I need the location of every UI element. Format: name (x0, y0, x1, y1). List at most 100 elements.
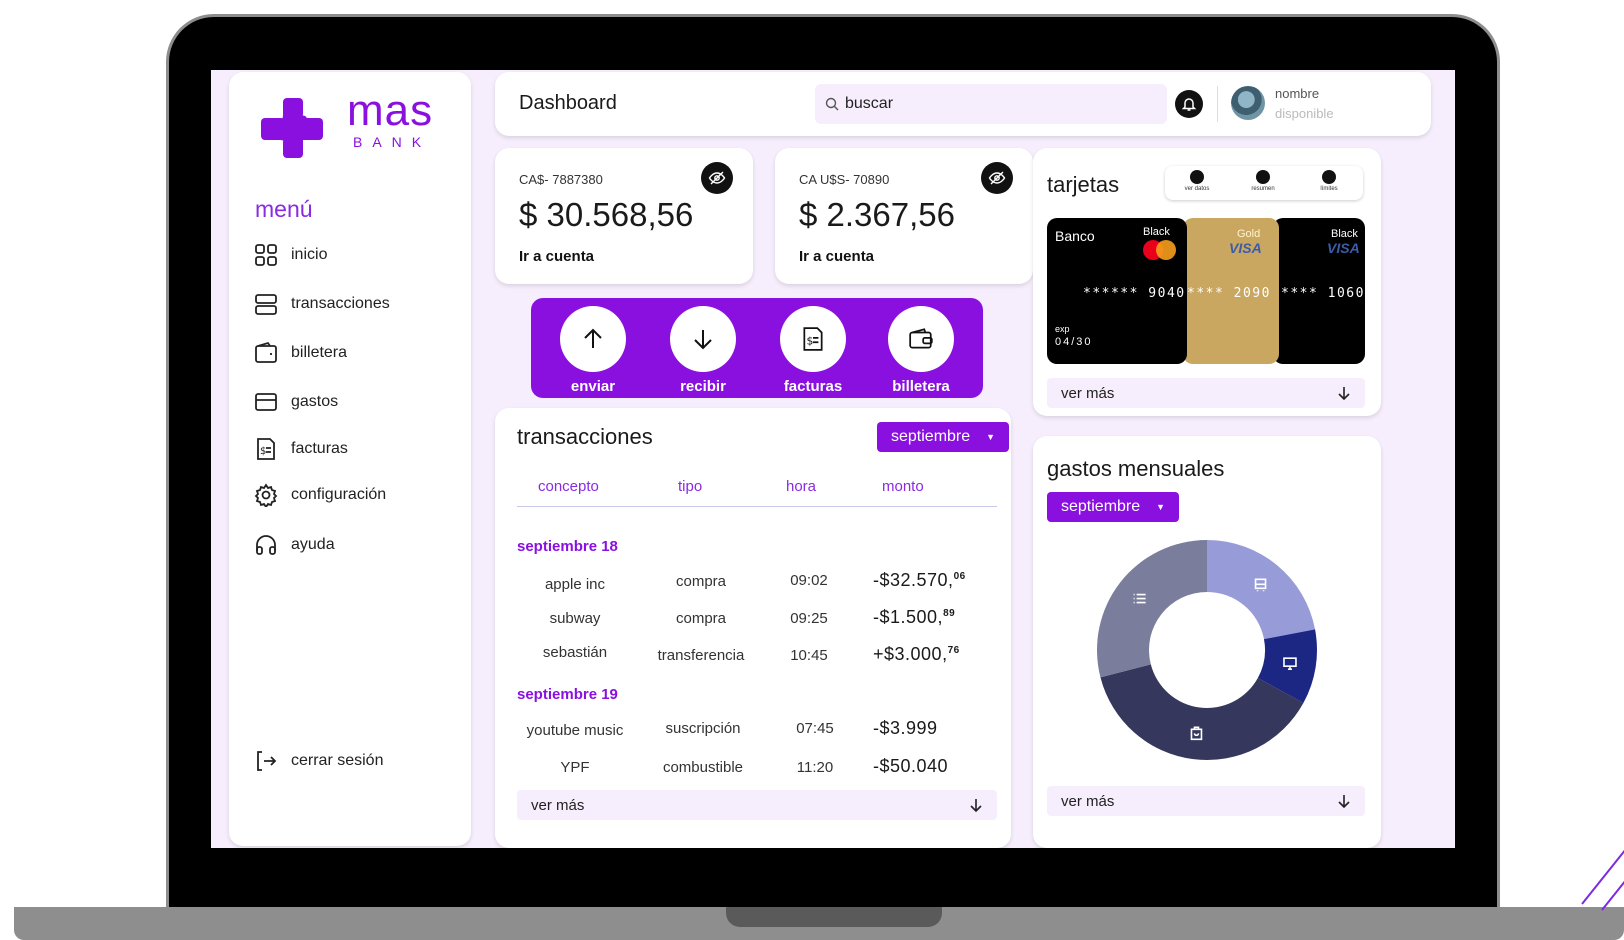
send-button[interactable]: enviar (553, 306, 633, 395)
account-link[interactable]: Ir a cuenta (519, 248, 594, 265)
tx-type: compra (675, 573, 727, 590)
card-tier: Black (1143, 226, 1170, 238)
tx-amount: -$3.999 (873, 718, 938, 738)
gauge-icon (1322, 170, 1336, 184)
sidebar-item-gastos[interactable]: gastos (253, 389, 338, 415)
wallet-icon (253, 340, 279, 366)
cards-title: tarjetas (1047, 172, 1120, 197)
sidebar-item-label: ayuda (291, 536, 335, 553)
tx-amount: -$50.040 (873, 756, 949, 776)
sidebar-item-configuracion[interactable]: configuración (253, 482, 386, 508)
gear-icon (253, 482, 279, 508)
tx-time: 11:20 (796, 759, 834, 776)
sidebar-item-ayuda[interactable]: ayuda (253, 532, 335, 558)
summary-button[interactable]: resumen (1241, 170, 1285, 192)
grid-icon (253, 242, 279, 268)
wallet-icon (909, 328, 933, 349)
arrow-down-icon (1338, 795, 1350, 808)
tx-type: compra (675, 610, 727, 627)
invoices-button[interactable]: $ facturas (773, 306, 853, 395)
user-name: nombre (1275, 86, 1320, 101)
spending-title: gastos mensuales (1047, 456, 1225, 481)
sidebar-item-billetera[interactable]: billetera (253, 340, 347, 366)
donut-slice[interactable] (1097, 540, 1207, 678)
account-balance: $ 30.568,56 (519, 196, 694, 233)
sidebar-item-label: configuración (291, 486, 387, 503)
donut-slice[interactable] (1207, 540, 1316, 640)
receive-button[interactable]: recibir (663, 306, 743, 395)
tx-type: combustible (662, 759, 744, 776)
card-exp: 04/30 (1055, 336, 1093, 348)
account-card-ars: CA$- 7887380 $ 30.568,56 Ir a cuenta (495, 148, 753, 284)
caret-down-icon: ▼ (1156, 502, 1166, 512)
action-label: enviar (570, 378, 616, 395)
bell-icon (1181, 98, 1197, 111)
account-number: CA$- 7887380 (519, 172, 603, 187)
column-header[interactable]: tipo (678, 478, 702, 495)
avatar[interactable] (1231, 86, 1265, 120)
action-label: facturas (783, 378, 843, 395)
account-link[interactable]: Ir a cuenta (799, 248, 874, 265)
wallet-button[interactable]: billetera (881, 306, 961, 395)
tx-concept: sebastián (542, 644, 608, 661)
svg-text:$: $ (260, 446, 266, 457)
hide-balance-button[interactable] (701, 162, 733, 194)
logo: mas BANK (261, 86, 441, 160)
invoice-icon: $ (803, 327, 823, 351)
more-label: ver más (531, 796, 585, 814)
arrow-down-icon (1338, 387, 1350, 400)
spending-panel: gastos mensuales septiembre ▼ ver más (1033, 436, 1381, 848)
card-bank: Banco (1055, 228, 1095, 244)
credit-card-black-mastercard[interactable]: Banco Black ****** 9040 exp 04/30 (1047, 218, 1187, 364)
limits-button[interactable]: límites (1307, 170, 1351, 192)
more-label: ver más (1061, 384, 1115, 402)
column-header[interactable]: hora (786, 478, 816, 495)
account-balance: $ 2.367,56 (799, 196, 955, 233)
hide-balance-button[interactable] (981, 162, 1013, 194)
spending-more-button[interactable]: ver más (1047, 786, 1365, 816)
card-tier: Gold (1237, 228, 1261, 240)
search-input[interactable] (845, 95, 1145, 113)
card-number: **** 2090 (1187, 286, 1271, 301)
month-select[interactable]: septiembre ▼ (877, 422, 1010, 452)
sidebar-item-label: transacciones (291, 295, 390, 312)
credit-card-gold-visa[interactable]: Gold VISA **** 2090 (1183, 218, 1279, 364)
tx-concept: apple inc (544, 576, 606, 593)
brand-name: mas (347, 86, 434, 135)
more-label: ver más (1061, 792, 1115, 810)
sidebar-item-facturas[interactable]: $ facturas (253, 436, 348, 462)
view-data-button[interactable]: ver datos (1175, 170, 1219, 192)
column-header[interactable]: monto (882, 478, 924, 495)
tx-time: 07:45 (796, 720, 834, 737)
credit-card-black-visa[interactable]: Black VISA **** 1060 (1273, 218, 1365, 364)
sidebar-item-label: facturas (291, 440, 348, 457)
credit-card-icon (253, 389, 279, 415)
app-screen: mas BANK menú inicio transacciones bille… (211, 70, 1455, 848)
tx-concept: YPF (560, 759, 590, 776)
eye-off-icon (988, 171, 1006, 185)
search-box[interactable] (815, 84, 1167, 124)
month-select-value: septiembre (1061, 498, 1141, 515)
card-number: ****** 9040 (1083, 286, 1186, 301)
sidebar-item-inicio[interactable]: inicio (253, 242, 327, 268)
top-header: Dashboard nombre disponible (495, 72, 1431, 136)
sidebar-item-transacciones[interactable]: transacciones (253, 291, 390, 317)
eye-off-icon (708, 171, 726, 185)
logout-button[interactable]: cerrar sesión (253, 748, 383, 774)
tx-concept: youtube music (526, 722, 624, 739)
cards-more-button[interactable]: ver más (1047, 378, 1365, 408)
tx-time: 09:25 (790, 610, 828, 627)
transactions-more-button[interactable]: ver más (517, 790, 997, 820)
card-exp-label: exp (1055, 324, 1070, 334)
tx-time: 10:45 (790, 647, 828, 664)
invoice-icon: $ (253, 436, 279, 462)
decorative-lines (1581, 849, 1624, 911)
spending-month-select[interactable]: septiembre ▼ (1047, 492, 1180, 522)
sidebar: mas BANK menú inicio transacciones bille… (229, 72, 471, 846)
tx-amount: +$3.000,76 (873, 644, 960, 664)
column-header[interactable]: concepto (538, 478, 599, 495)
notifications-button[interactable] (1175, 90, 1203, 118)
tx-amount: -$1.500,89 (873, 607, 956, 627)
tx-type: suscripción (665, 720, 741, 737)
arrow-down-icon (694, 330, 712, 350)
